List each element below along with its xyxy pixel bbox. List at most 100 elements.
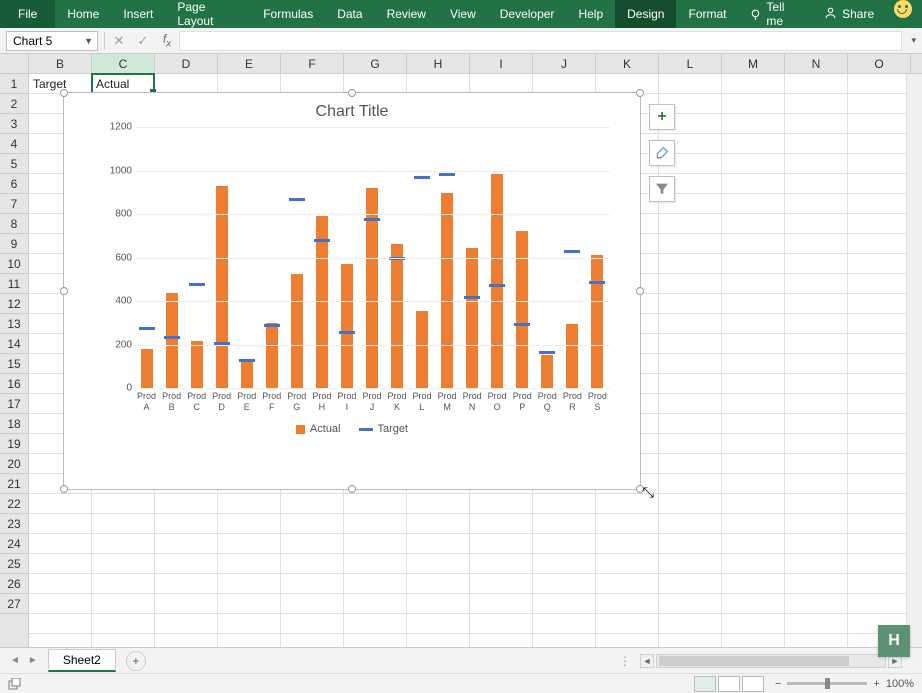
- row-header-4[interactable]: 4: [0, 134, 28, 154]
- feedback-smiley-icon[interactable]: [894, 0, 912, 18]
- legend-actual[interactable]: Actual: [296, 423, 341, 435]
- select-all-corner[interactable]: [0, 54, 29, 73]
- col-header-m[interactable]: M: [722, 54, 785, 73]
- sheet-nav[interactable]: ◄ ►: [0, 653, 48, 668]
- col-header-h[interactable]: H: [407, 54, 470, 73]
- chart-title[interactable]: Chart Title: [64, 93, 640, 127]
- ribbon-tab-help[interactable]: Help: [566, 0, 615, 28]
- row-header-8[interactable]: 8: [0, 214, 28, 234]
- formula-input[interactable]: [179, 31, 902, 51]
- sheet-nav-next-icon[interactable]: ►: [26, 653, 40, 668]
- target-marker-17[interactable]: [564, 250, 580, 253]
- row-header-24[interactable]: 24: [0, 534, 28, 554]
- bar-actual-4[interactable]: [241, 359, 253, 388]
- formula-expand-icon[interactable]: ▾: [911, 35, 916, 46]
- bar-actual-17[interactable]: [566, 324, 578, 388]
- row-header-15[interactable]: 15: [0, 354, 28, 374]
- col-header-e[interactable]: E: [218, 54, 281, 73]
- col-header-b[interactable]: B: [29, 54, 92, 73]
- ribbon-tab-file[interactable]: File: [0, 0, 55, 28]
- target-marker-8[interactable]: [339, 331, 355, 334]
- worksheet-grid[interactable]: 1234567891011121314151617181920212223242…: [0, 74, 922, 648]
- row-header-10[interactable]: 10: [0, 254, 28, 274]
- help-badge[interactable]: H: [878, 625, 910, 657]
- row-header-5[interactable]: 5: [0, 154, 28, 174]
- bar-actual-15[interactable]: [516, 231, 528, 388]
- ribbon-tab-format[interactable]: Format: [676, 0, 738, 28]
- bar-actual-18[interactable]: [591, 255, 603, 388]
- ribbon-tab-design[interactable]: Design: [615, 0, 676, 28]
- col-header-k[interactable]: K: [596, 54, 659, 73]
- target-marker-11[interactable]: [414, 176, 430, 179]
- bar-actual-5[interactable]: [266, 323, 278, 388]
- accept-formula-button[interactable]: ✓: [131, 33, 155, 49]
- row-header-20[interactable]: 20: [0, 454, 28, 474]
- row-header-25[interactable]: 25: [0, 554, 28, 574]
- row-header-26[interactable]: 26: [0, 574, 28, 594]
- row-header-9[interactable]: 9: [0, 234, 28, 254]
- resize-handle-ml[interactable]: [60, 287, 68, 295]
- target-marker-16[interactable]: [539, 351, 555, 354]
- name-box[interactable]: Chart 5 ▼: [6, 31, 98, 51]
- col-header-f[interactable]: F: [281, 54, 344, 73]
- row-header-12[interactable]: 12: [0, 294, 28, 314]
- target-marker-7[interactable]: [314, 239, 330, 242]
- target-marker-13[interactable]: [464, 296, 480, 299]
- row-header-13[interactable]: 13: [0, 314, 28, 334]
- zoom-thumb[interactable]: [825, 678, 830, 689]
- row-header-6[interactable]: 6: [0, 174, 28, 194]
- view-normal-button[interactable]: [694, 676, 716, 692]
- chart-filters-button[interactable]: [649, 176, 675, 202]
- bar-actual-10[interactable]: [391, 244, 403, 388]
- row-header-22[interactable]: 22: [0, 494, 28, 514]
- zoom-control[interactable]: − + 100%: [775, 678, 914, 690]
- target-marker-15[interactable]: [514, 323, 530, 326]
- bar-actual-1[interactable]: [166, 293, 178, 388]
- resize-handle-tm[interactable]: [348, 89, 356, 97]
- col-header-d[interactable]: D: [155, 54, 218, 73]
- target-marker-6[interactable]: [289, 198, 305, 201]
- col-header-g[interactable]: G: [344, 54, 407, 73]
- hscroll-track[interactable]: [656, 654, 886, 668]
- col-header-c[interactable]: C: [92, 54, 155, 73]
- bar-actual-3[interactable]: [216, 186, 228, 388]
- bar-actual-11[interactable]: [416, 311, 428, 388]
- bar-actual-16[interactable]: [541, 355, 553, 388]
- row-header-27[interactable]: 27: [0, 594, 28, 614]
- chart-legend[interactable]: Actual Target: [64, 417, 640, 445]
- zoom-in-button[interactable]: +: [873, 678, 879, 690]
- target-marker-4[interactable]: [239, 359, 255, 362]
- ribbon-tab-data[interactable]: Data: [325, 0, 374, 28]
- target-marker-0[interactable]: [139, 327, 155, 330]
- row-header-14[interactable]: 14: [0, 334, 28, 354]
- ribbon-tab-page-layout[interactable]: Page Layout: [165, 0, 251, 28]
- ribbon-tab-insert[interactable]: Insert: [111, 0, 165, 28]
- legend-target[interactable]: Target: [359, 423, 409, 435]
- zoom-out-button[interactable]: −: [775, 678, 781, 690]
- add-sheet-button[interactable]: +: [126, 651, 146, 671]
- ribbon-tab-developer[interactable]: Developer: [488, 0, 567, 28]
- row-header-18[interactable]: 18: [0, 414, 28, 434]
- resize-handle-bl[interactable]: [60, 485, 68, 493]
- resize-handle-tl[interactable]: [60, 89, 68, 97]
- sheet-tab-active[interactable]: Sheet2: [48, 649, 116, 672]
- col-header-o[interactable]: O: [848, 54, 911, 73]
- ribbon-tab-view[interactable]: View: [438, 0, 488, 28]
- chart-elements-button[interactable]: +: [649, 104, 675, 130]
- bar-actual-14[interactable]: [491, 174, 503, 388]
- resize-handle-bm[interactable]: [348, 485, 356, 493]
- col-header-i[interactable]: I: [470, 54, 533, 73]
- cells-area[interactable]: Target Actual 265 183 ⤡ Chart Title 0200…: [29, 74, 922, 648]
- bar-actual-12[interactable]: [441, 193, 453, 388]
- macro-record-icon[interactable]: [8, 678, 22, 690]
- target-marker-12[interactable]: [439, 173, 455, 176]
- fx-button[interactable]: fx: [155, 32, 179, 49]
- row-header-1[interactable]: 1: [0, 74, 28, 94]
- hscroll-left-icon[interactable]: ◄: [640, 654, 654, 668]
- horizontal-scrollbar[interactable]: ⋮ ◄ ►: [146, 654, 922, 668]
- plot-area[interactable]: 020040060080010001200 ProdAProdBProdCPro…: [104, 127, 620, 417]
- tab-splitter[interactable]: ⋮: [619, 654, 632, 668]
- row-header-2[interactable]: 2: [0, 94, 28, 114]
- cancel-formula-button[interactable]: ✕: [107, 33, 131, 49]
- col-header-j[interactable]: J: [533, 54, 596, 73]
